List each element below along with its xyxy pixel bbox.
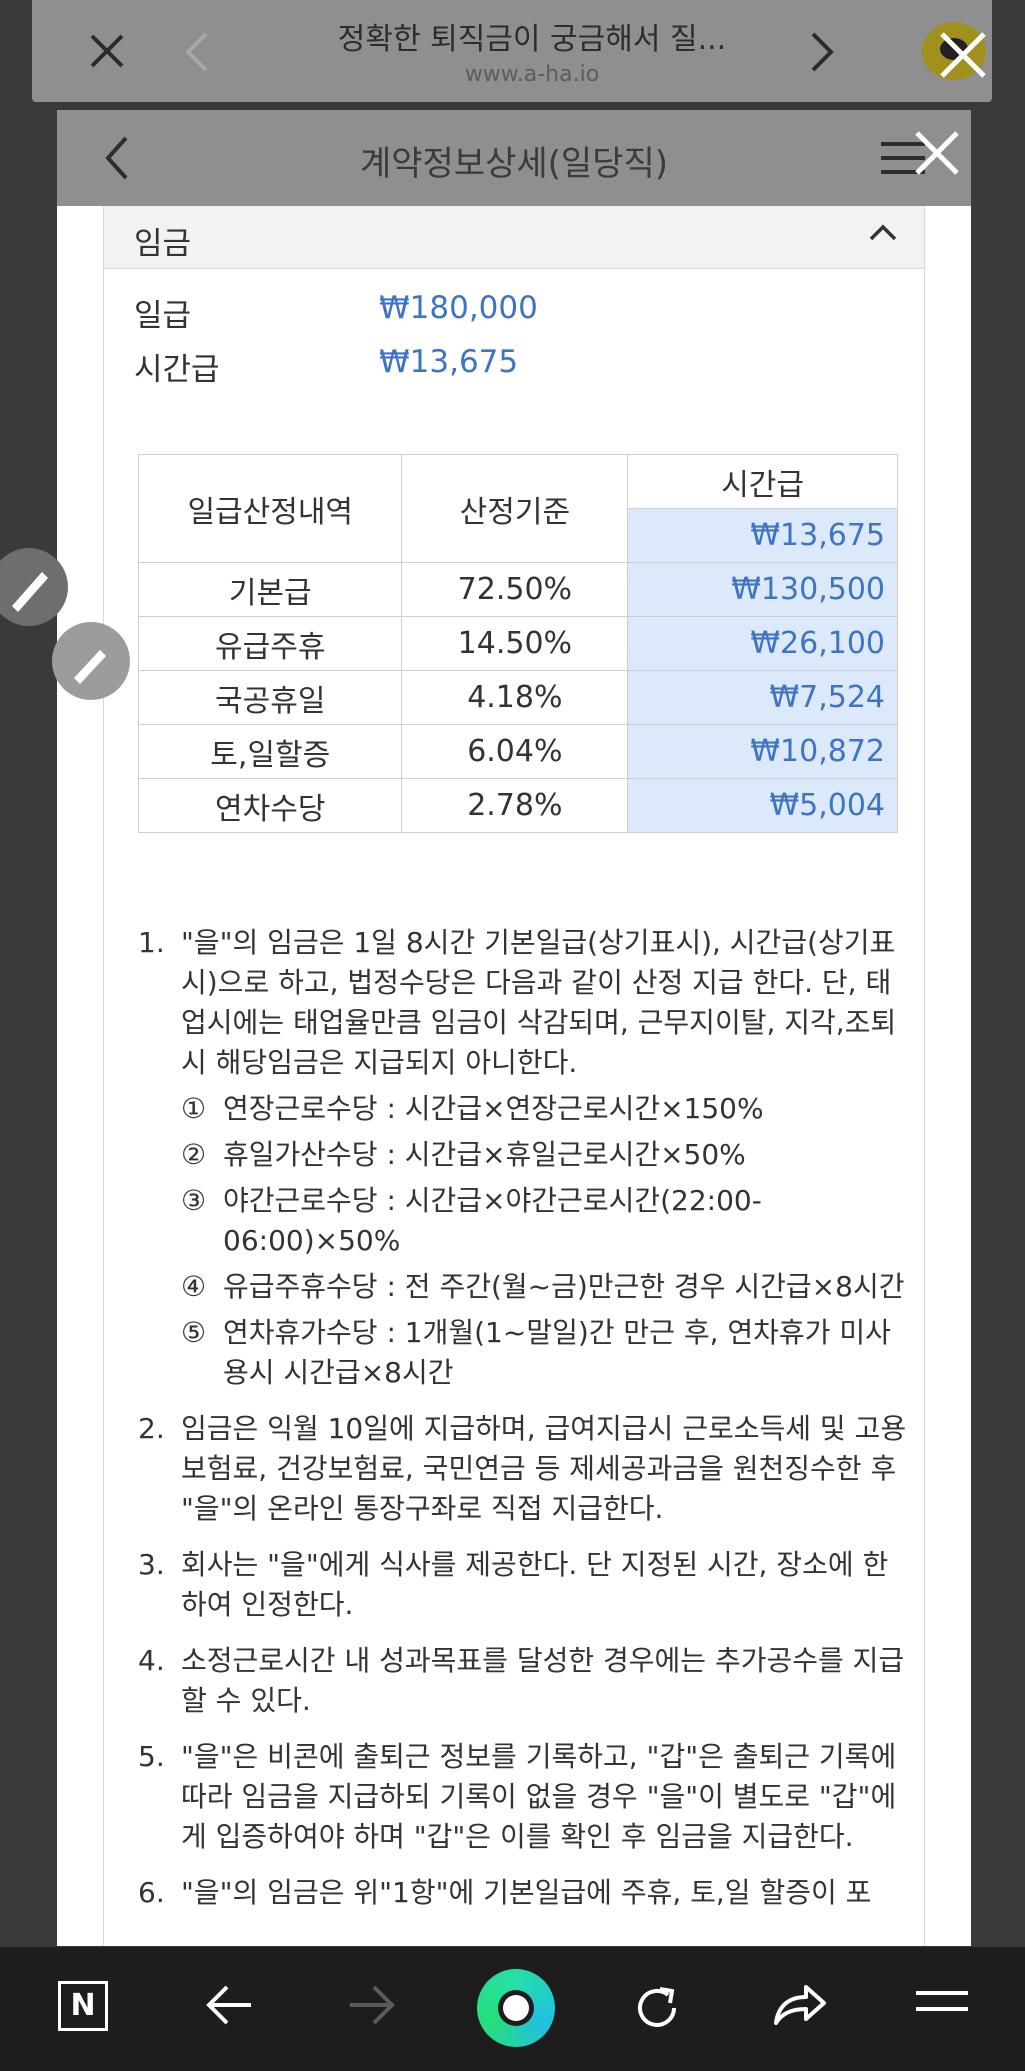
green-dot-button[interactable]	[477, 1969, 555, 2047]
section-title: 임금	[134, 226, 192, 262]
page-title-area: 정확한 퇴직금이 궁금해서 질... www.a-ha.io	[272, 14, 792, 87]
note-text: 회사는 "을"에게 식사를 제공한다. 단 지정된 시간, 장소에 한하여 인정…	[181, 1548, 889, 1621]
note-number: 2.	[138, 1412, 165, 1445]
row-rate: 4.18%	[401, 670, 629, 725]
subnote-item: ⑤ 연차휴가수당 : 1개월(1~말일)간 만근 후, 연차휴가 미사용시 시간…	[181, 1313, 908, 1393]
row-rate: 6.04%	[401, 724, 629, 779]
overlay-close-icon[interactable]	[936, 28, 990, 82]
subnote-item: ① 연장근로수당 : 시간급×연장근로시간×150%	[181, 1089, 908, 1129]
wage-section-header[interactable]: 임금	[103, 206, 925, 269]
note-number: 5.	[138, 1740, 165, 1773]
overlay-close-icon-2[interactable]	[912, 128, 962, 178]
pencil-tool-button[interactable]	[52, 622, 130, 700]
close-icon[interactable]	[84, 28, 130, 74]
table-header-hourly-value: ₩13,675	[627, 508, 898, 563]
page-url: www.a-ha.io	[464, 62, 600, 87]
row-name: 토,일할증	[137, 724, 403, 779]
share-icon[interactable]	[772, 1981, 828, 2029]
subnote-marker: ③	[181, 1184, 207, 1217]
row-rate: 14.50%	[401, 616, 629, 671]
subnote-text: 야간근로수당 : 시간급×야간근로시간(22:00-06:00)×50%	[223, 1184, 762, 1257]
subnote-marker: ②	[181, 1138, 207, 1171]
row-amount: ₩130,500	[627, 562, 898, 617]
note-number: 3.	[138, 1548, 165, 1581]
table-header-item: 일급산정내역	[137, 454, 403, 563]
table-row: 토,일할증 6.04% ₩10,872	[137, 724, 898, 779]
note-text: "을"은 비콘에 출퇴근 정보를 기록하고, "갑"은 출퇴근 기록에 따라 임…	[181, 1740, 897, 1853]
subnote-item: ③ 야간근로수당 : 시간급×야간근로시간(22:00-06:00)×50%	[181, 1181, 908, 1261]
subnote-text: 유급주휴수당 : 전 주간(월~금)만근한 경우 시간급×8시간	[223, 1270, 905, 1303]
note-item: 1. "을"의 임금은 1일 8시간 기본일급(상기표시), 시간급(상기표시)…	[138, 923, 908, 1393]
subnote-item: ② 휴일가산수당 : 시간급×휴일근로시간×50%	[181, 1135, 908, 1175]
row-name: 기본급	[137, 562, 403, 617]
note-number: 6.	[138, 1876, 165, 1909]
note-number: 1.	[138, 926, 165, 959]
menu-icon[interactable]	[914, 1981, 970, 2021]
row-amount: ₩10,872	[627, 724, 898, 779]
subnote-text: 연장근로수당 : 시간급×연장근로시간×150%	[223, 1092, 764, 1125]
naver-home-icon[interactable]: N	[58, 1981, 108, 2031]
note-item: 5. "을"은 비콘에 출퇴근 정보를 기록하고, "갑"은 출퇴근 기록에 따…	[138, 1737, 908, 1857]
subnote-text: 휴일가산수당 : 시간급×휴일근로시간×50%	[223, 1138, 746, 1171]
row-name: 유급주휴	[137, 616, 403, 671]
wage-notes-list: 1. "을"의 임금은 1일 8시간 기본일급(상기표시), 시간급(상기표시)…	[138, 923, 908, 1929]
chevron-up-icon[interactable]	[868, 222, 898, 242]
wage-breakdown-table: 일급산정내역 산정기준 시간급 ₩13,675 기본급 72.50% ₩130,…	[137, 454, 898, 833]
subnote-item: ④ 유급주휴수당 : 전 주간(월~금)만근한 경우 시간급×8시간	[181, 1267, 908, 1307]
bottom-nav-bar: N	[0, 1947, 1025, 2071]
row-amount: ₩7,524	[627, 670, 898, 725]
forward-arrow-icon[interactable]	[346, 1981, 398, 2029]
pen-tool-button[interactable]	[0, 548, 68, 626]
table-header-hourly: 시간급	[627, 454, 898, 509]
forward-arrow-icon[interactable]	[807, 30, 837, 74]
app-header: 계약정보상세(일당직)	[57, 110, 971, 206]
table-row: 국공휴일 4.18% ₩7,524	[137, 670, 898, 725]
note-item: 2. 임금은 익월 10일에 지급하며, 급여지급시 근로소득세 및 고용보험료…	[138, 1409, 908, 1529]
browser-top-bar: 정확한 퇴직금이 궁금해서 질... www.a-ha.io	[32, 0, 992, 102]
hourly-wage-value: ₩13,675	[379, 344, 519, 380]
note-item: 3. 회사는 "을"에게 식사를 제공한다. 단 지정된 시간, 장소에 한하여…	[138, 1545, 908, 1625]
wage-section-body: 일급 ₩180,000 시간급 ₩13,675 일급산정내역 산정기준 시간급 …	[103, 268, 925, 1946]
pen-icon	[12, 572, 48, 612]
table-row: 기본급 72.50% ₩130,500	[137, 562, 898, 617]
back-arrow-icon[interactable]	[182, 30, 212, 74]
row-name: 국공휴일	[137, 670, 403, 725]
subnote-marker: ⑤	[181, 1316, 207, 1349]
note-text: 소정근로시간 내 성과목표를 달성한 경우에는 추가공수를 지급할 수 있다.	[181, 1644, 905, 1717]
subnote-marker: ①	[181, 1092, 207, 1125]
row-amount: ₩5,004	[627, 778, 898, 833]
table-header-basis: 산정기준	[401, 454, 629, 563]
row-amount: ₩26,100	[627, 616, 898, 671]
refresh-icon[interactable]	[630, 1981, 684, 2035]
note-item: 4. 소정근로시간 내 성과목표를 달성한 경우에는 추가공수를 지급할 수 있…	[138, 1641, 908, 1721]
hourly-wage-label: 시간급	[134, 352, 220, 388]
page-title: 정확한 퇴직금이 궁금해서 질...	[337, 22, 727, 57]
table-row: 유급주휴 14.50% ₩26,100	[137, 616, 898, 671]
row-rate: 72.50%	[401, 562, 629, 617]
daily-wage-label: 일급	[134, 298, 192, 334]
note-text: "을"의 임금은 1일 8시간 기본일급(상기표시), 시간급(상기표시)으로 …	[181, 926, 897, 1079]
note-number: 4.	[138, 1644, 165, 1677]
subnote-marker: ④	[181, 1270, 207, 1303]
back-arrow-icon[interactable]	[203, 1981, 255, 2029]
subnote-text: 연차휴가수당 : 1개월(1~말일)간 만근 후, 연차휴가 미사용시 시간급×…	[223, 1316, 891, 1389]
table-row: 연차수당 2.78% ₩5,004	[137, 778, 898, 833]
note-item: 6. "을"의 임금은 위"1항"에 기본일급에 주휴, 토,일 할증이 포	[138, 1873, 908, 1913]
row-name: 연차수당	[137, 778, 403, 833]
app-header-title: 계약정보상세(일당직)	[359, 144, 669, 184]
row-rate: 2.78%	[401, 778, 629, 833]
daily-wage-value: ₩180,000	[379, 290, 538, 326]
pencil-icon	[74, 650, 106, 684]
note-text: "을"의 임금은 위"1항"에 기본일급에 주휴, 토,일 할증이 포	[181, 1876, 872, 1909]
note-text: 임금은 익월 10일에 지급하며, 급여지급시 근로소득세 및 고용보험료, 건…	[181, 1412, 907, 1525]
main-content: 임금 일급 ₩180,000 시간급 ₩13,675 일급산정내역 산정기준 시…	[57, 206, 971, 1946]
